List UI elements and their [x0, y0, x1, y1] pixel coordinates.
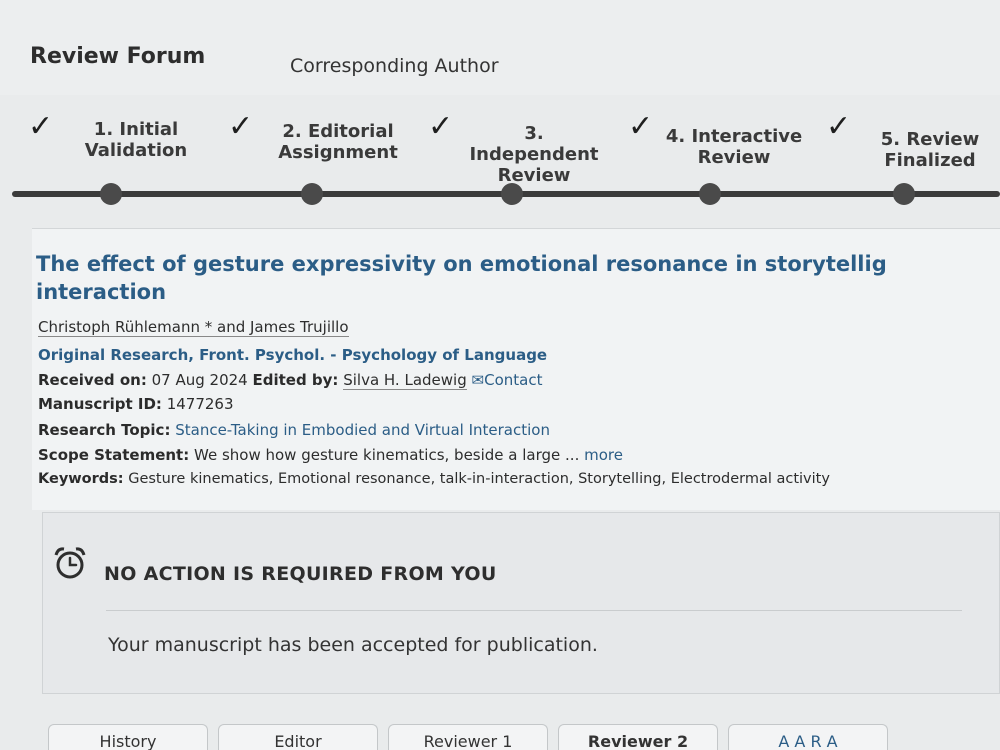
manuscript-id-row: Manuscript ID: 1477263 — [38, 395, 234, 413]
tab-more[interactable]: A A R A — [728, 724, 888, 750]
step-label: 3. Independent Review — [469, 123, 599, 186]
step-editorial-assignment: ✓ 2. Editorial Assignment — [228, 105, 418, 175]
contact-link[interactable]: ✉Contact — [472, 371, 543, 389]
step-dot — [501, 183, 523, 205]
article-type-journal[interactable]: Original Research, Front. Psychol. - Psy… — [38, 346, 547, 364]
received-edited-row: Received on: 07 Aug 2024 Edited by: Silv… — [38, 371, 543, 390]
step-dot — [893, 183, 915, 205]
authors: Christoph Rühlemann * and James Trujillo — [38, 318, 349, 337]
checkmark-icon: ✓ — [428, 109, 454, 144]
checkmark-icon: ✓ — [228, 109, 254, 144]
checkmark-icon: ✓ — [826, 109, 852, 144]
edited-label: Edited by: — [252, 371, 339, 389]
checkmark-icon: ✓ — [628, 109, 654, 144]
step-dot — [100, 183, 122, 205]
tab-reviewer-2[interactable]: Reviewer 2 — [558, 724, 718, 750]
review-tabs: History Editor Reviewer 1 Reviewer 2 A A… — [48, 724, 1000, 750]
status-panel — [42, 512, 1000, 694]
step-review-finalized: ✓ 5. Review Finalized — [826, 105, 996, 175]
received-label: Received on: — [38, 371, 147, 389]
research-topic-label: Research Topic: — [38, 421, 171, 439]
forum-title: Review Forum — [30, 44, 206, 69]
manuscript-id: 1477263 — [166, 395, 234, 413]
step-dot — [301, 183, 323, 205]
scope-text: We show how gesture kinematics, beside a… — [194, 446, 580, 464]
tab-reviewer-1[interactable]: Reviewer 1 — [388, 724, 548, 750]
progress-steps: ✓ 1. Initial Validation ✓ 2. Editorial Ass… — [0, 105, 1000, 215]
checkmark-icon: ✓ — [28, 109, 54, 144]
step-label: 2. Editorial Assignment — [278, 121, 398, 163]
step-initial-validation: ✓ 1. Initial Validation — [28, 105, 218, 175]
manuscript-title[interactable]: The effect of gesture expressivity on em… — [36, 250, 916, 306]
manuscript-id-label: Manuscript ID: — [38, 395, 162, 413]
alarm-clock-icon — [54, 547, 86, 579]
tab-history[interactable]: History — [48, 724, 208, 750]
scope-label: Scope Statement: — [38, 446, 190, 464]
author-list: Christoph Rühlemann * and James Trujillo — [38, 318, 349, 337]
received-date: 07 Aug 2024 — [151, 371, 248, 389]
envelope-icon: ✉ — [471, 371, 485, 389]
step-label: 5. Review Finalized — [880, 129, 980, 171]
step-dot — [699, 183, 721, 205]
keywords-text: Gesture kinematics, Emotional resonance,… — [128, 471, 830, 487]
scope-row: Scope Statement: We show how gesture kin… — [38, 446, 623, 464]
more-link[interactable]: more — [584, 446, 623, 464]
research-topic-link[interactable]: Stance-Taking in Embodied and Virtual In… — [175, 421, 550, 439]
tab-editor[interactable]: Editor — [218, 724, 378, 750]
keywords-row: Keywords: Gesture kinematics, Emotional … — [38, 471, 830, 487]
research-topic-row: Research Topic: Stance-Taking in Embodie… — [38, 421, 550, 439]
step-interactive-review: ✓ 4. Interactive Review — [628, 105, 818, 175]
step-label: 4. Interactive Review — [665, 126, 803, 168]
step-label: 1. Initial Validation — [84, 119, 188, 161]
status-title: NO ACTION IS REQUIRED FROM YOU — [104, 563, 497, 585]
status-divider — [106, 610, 962, 611]
step-independent-review: ✓ 3. Independent Review — [428, 105, 618, 186]
keywords-label: Keywords: — [38, 471, 124, 487]
role-label: Corresponding Author — [290, 55, 499, 77]
status-message: Your manuscript has been accepted for pu… — [108, 634, 598, 656]
editor-name[interactable]: Silva H. Ladewig — [343, 371, 467, 390]
